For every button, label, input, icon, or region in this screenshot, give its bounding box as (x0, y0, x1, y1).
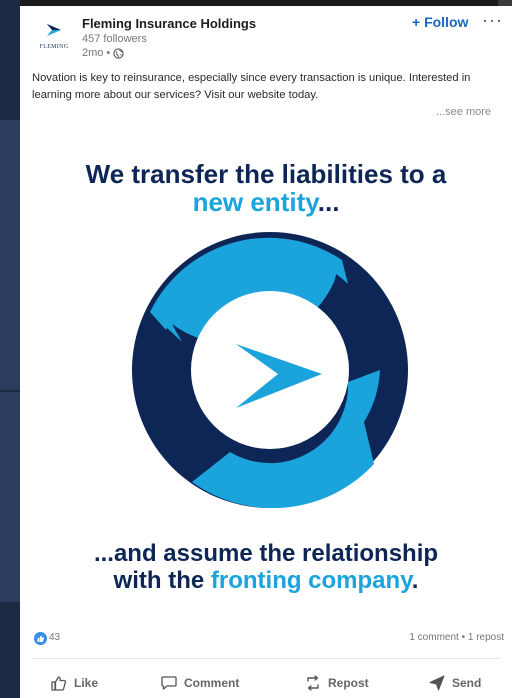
comment-repost-count[interactable]: 1 comment • 1 repost (409, 632, 504, 643)
background-panel-band (0, 120, 20, 390)
ring-center (191, 291, 349, 449)
post-header: FLEMING Fleming Insurance Holdings 457 f… (20, 6, 512, 66)
logo-wordmark: FLEMING (39, 44, 69, 50)
headline-ellipsis: ... (317, 187, 340, 217)
actions-divider (32, 658, 500, 659)
globe-icon (113, 47, 124, 59)
meta-separator: • (106, 47, 111, 59)
thumbs-up-icon (51, 676, 67, 691)
post-image[interactable]: We transfer the liabilities to a new ent… (20, 136, 512, 616)
background-panel-band (0, 392, 20, 602)
logo-arrow-icon (47, 24, 61, 36)
repost-icon (307, 675, 319, 691)
headline-line1: We transfer the liabilities to a (85, 159, 447, 189)
repost-button[interactable]: Repost (304, 670, 369, 696)
follower-count: 457 followers (82, 33, 147, 45)
reaction-count[interactable]: 43 (49, 632, 60, 643)
follow-button[interactable]: + Follow (412, 14, 468, 30)
cycle-ring-graphic (132, 232, 408, 508)
linkedin-post-card: FLEMING Fleming Insurance Holdings 457 f… (20, 6, 512, 698)
background-left-panel (0, 0, 20, 698)
repost-label: Repost (328, 676, 369, 690)
footline-period: . (411, 567, 419, 594)
headline-highlight: new entity (192, 187, 318, 217)
more-options-button[interactable]: ··· (482, 10, 503, 31)
send-button[interactable]: Send (428, 670, 481, 696)
comment-button[interactable]: Comment (160, 670, 239, 696)
reaction-like-icon (34, 632, 47, 645)
like-label: Like (74, 676, 99, 690)
post-age: 2mo (82, 47, 104, 59)
post-meta: 2mo • (82, 47, 124, 59)
comment-label: Comment (184, 676, 240, 690)
headline-line2: new entity... (20, 188, 512, 216)
post-text: Novation is key to reinsurance, especial… (32, 72, 471, 101)
post-actions-bar: Like Comment Repost Send (20, 666, 512, 698)
post-stats: 43 1 comment • 1 repost (20, 630, 512, 652)
footline-highlight: fronting company (210, 567, 412, 594)
company-logo[interactable]: FLEMING (32, 20, 76, 56)
like-button[interactable]: Like (50, 670, 98, 696)
footline-line1: ...and assume the relationship (93, 540, 439, 567)
graphic-footline: ...and assume the relationship with the … (20, 540, 512, 594)
send-label: Send (452, 676, 482, 690)
footline-prefix: with the (113, 567, 211, 594)
footline-line2: with the fronting company. (20, 567, 512, 594)
send-icon (429, 675, 445, 691)
graphic-headline: We transfer the liabilities to a new ent… (20, 160, 512, 216)
comment-icon (161, 676, 177, 690)
company-name-link[interactable]: Fleming Insurance Holdings (82, 16, 256, 31)
see-more-link[interactable]: ...see more (436, 106, 491, 118)
